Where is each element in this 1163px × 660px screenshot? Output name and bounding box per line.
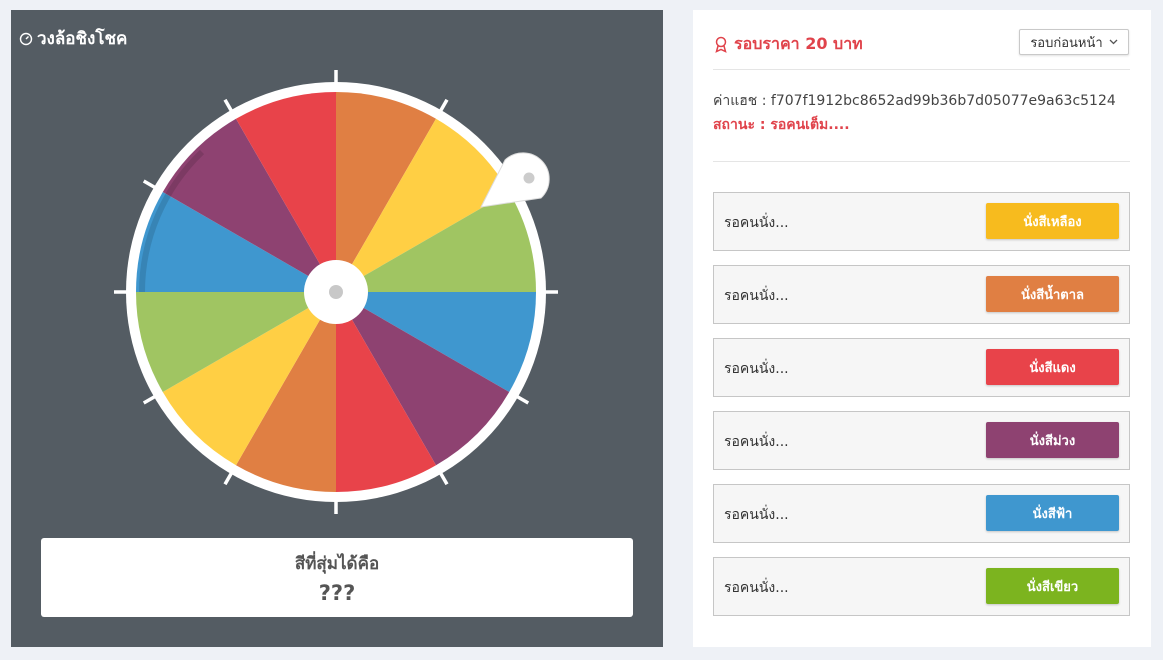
round-title-text: รอบราคา 20 บาท bbox=[734, 34, 863, 53]
result-value: ??? bbox=[318, 581, 356, 605]
seat-row: รอคนนั่ง... นั่งสีฟ้า bbox=[713, 484, 1130, 543]
divider bbox=[713, 161, 1130, 162]
sit-button[interactable]: นั่งสีฟ้า bbox=[986, 495, 1119, 531]
seat-status: รอคนนั่ง... bbox=[724, 215, 789, 231]
seat-row: รอคนนั่ง... นั่งสีม่วง bbox=[713, 411, 1130, 470]
sit-button[interactable]: นั่งสีเขียว bbox=[986, 568, 1119, 604]
award-icon bbox=[715, 36, 727, 53]
seat-status: รอคนนั่ง... bbox=[724, 361, 789, 377]
round-status: สถานะ : รอคนเต็ม.... bbox=[713, 117, 850, 133]
seat-row: รอคนนั่ง... นั่งสีเขียว bbox=[713, 557, 1130, 616]
wheel-hub-dot bbox=[329, 285, 343, 299]
seat-row: รอคนนั่ง... นั่งสีแดง bbox=[713, 338, 1130, 397]
seat-row: รอคนนั่ง... นั่งสีน้ำตาล bbox=[713, 265, 1130, 324]
result-label: สีที่สุ่มได้คือ bbox=[294, 554, 380, 574]
seat-status: รอคนนั่ง... bbox=[724, 580, 789, 596]
result-box: สีที่สุ่มได้คือ ??? bbox=[41, 538, 633, 617]
previous-round-label: รอบก่อนหน้า bbox=[1030, 35, 1103, 51]
round-title: รอบราคา 20 บาท bbox=[713, 32, 863, 57]
divider bbox=[713, 69, 1130, 70]
hash-value: ค่าแฮช : f707f1912bc8652ad99b36b7d05077e… bbox=[713, 93, 1116, 109]
seat-status: รอคนนั่ง... bbox=[724, 434, 789, 450]
sit-button[interactable]: นั่งสีแดง bbox=[986, 349, 1119, 385]
sit-button[interactable]: นั่งสีม่วง bbox=[986, 422, 1119, 458]
sit-button[interactable]: นั่งสีน้ำตาล bbox=[986, 276, 1119, 312]
sit-button[interactable]: นั่งสีเหลือง bbox=[986, 203, 1119, 239]
chevron-down-icon bbox=[1109, 39, 1118, 45]
seat-status: รอคนนั่ง... bbox=[724, 507, 789, 523]
seat-status: รอคนนั่ง... bbox=[724, 288, 789, 304]
wheel-panel: วงล้อชิงโชค สีที่สุ่มได้คือ ??? bbox=[11, 10, 663, 647]
prize-wheel bbox=[114, 70, 558, 514]
round-panel: รอบราคา 20 บาท รอบก่อนหน้า ค่าแฮช : f707… bbox=[693, 10, 1151, 647]
previous-round-button[interactable]: รอบก่อนหน้า bbox=[1019, 29, 1129, 55]
seat-row: รอคนนั่ง... นั่งสีเหลือง bbox=[713, 192, 1130, 251]
